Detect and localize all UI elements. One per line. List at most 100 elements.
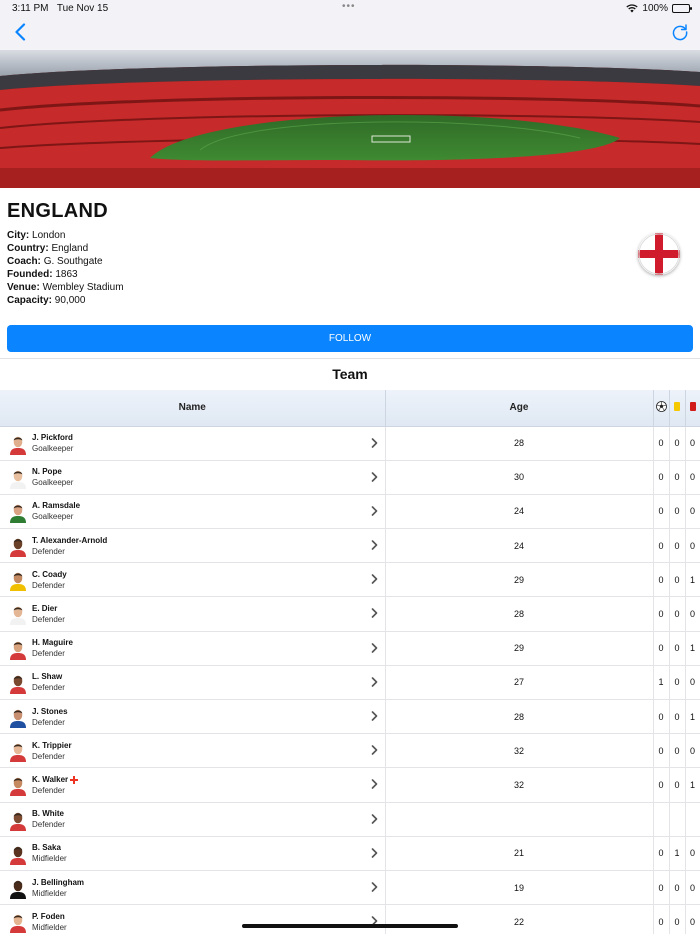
table-row[interactable]: K. Walker Defender 32 0 0 1 xyxy=(0,767,700,803)
player-position: Defender xyxy=(32,820,65,830)
table-row[interactable]: B. Saka Midfielder 21 0 1 0 xyxy=(0,836,700,871)
table-row[interactable]: J. Pickford Goalkeeper 28 0 0 0 xyxy=(0,426,700,461)
refresh-button[interactable] xyxy=(666,18,694,46)
player-age xyxy=(385,802,654,837)
player-red-cards xyxy=(685,802,700,837)
player-goals: 0 xyxy=(653,426,670,461)
follow-button[interactable]: FOLLOW xyxy=(7,325,693,352)
player-avatar xyxy=(10,880,26,899)
player-goals: 0 xyxy=(653,870,670,906)
england-flag-icon xyxy=(638,233,680,275)
player-yellow-cards: 1 xyxy=(669,836,686,871)
player-age: 24 xyxy=(385,528,654,564)
chevron-right-icon xyxy=(371,437,377,448)
player-age: 22 xyxy=(385,904,654,934)
player-red-cards: 0 xyxy=(685,870,700,906)
squad-table: Name Age J. Pickford Goalkeeper 28 0 0 0 N. Po… xyxy=(0,390,700,934)
player-position: Defender xyxy=(32,546,65,556)
multitasking-dots[interactable]: ••• xyxy=(342,1,356,12)
player-yellow-cards: 0 xyxy=(669,426,686,461)
player-cell[interactable]: B. White Defender xyxy=(0,802,386,837)
table-row[interactable]: A. Ramsdale Goalkeeper 24 0 0 0 xyxy=(0,494,700,530)
player-goals: 0 xyxy=(653,699,670,735)
player-goals: 0 xyxy=(653,596,670,632)
table-row[interactable]: E. Dier Defender 28 0 0 0 xyxy=(0,596,700,632)
player-cell[interactable]: P. Foden Midfielder xyxy=(0,904,386,934)
player-name: L. Shaw xyxy=(32,672,63,682)
battery-icon xyxy=(672,4,692,13)
table-row[interactable]: J. Stones Defender 28 0 0 1 xyxy=(0,699,700,735)
player-cell[interactable]: L. Shaw Defender xyxy=(0,665,386,701)
player-yellow-cards: 0 xyxy=(669,767,686,803)
column-header-red-cards[interactable] xyxy=(685,390,700,427)
player-goals: 0 xyxy=(653,528,670,564)
table-row[interactable]: N. Pope Goalkeeper 30 0 0 0 xyxy=(0,460,700,495)
chevron-right-icon xyxy=(371,506,377,516)
player-red-cards: 0 xyxy=(685,528,700,564)
player-yellow-cards: 0 xyxy=(669,528,686,564)
player-yellow-cards: 0 xyxy=(669,494,686,530)
player-avatar xyxy=(10,743,26,763)
player-cell[interactable]: J. Pickford Goalkeeper xyxy=(0,426,386,461)
player-red-cards: 0 xyxy=(685,836,700,871)
chevron-right-icon xyxy=(371,608,377,619)
table-row[interactable]: P. Foden Midfielder 22 0 0 0 xyxy=(0,904,700,934)
team-name: ENGLAND xyxy=(7,200,108,222)
player-age: 32 xyxy=(385,733,654,769)
player-yellow-cards: 0 xyxy=(669,562,686,598)
player-name: J. Bellingham xyxy=(32,877,85,887)
table-row[interactable]: H. Maguire Defender 29 0 0 1 xyxy=(0,631,700,666)
table-row[interactable]: K. Trippier Defender 32 0 0 0 xyxy=(0,733,700,769)
home-indicator xyxy=(242,924,458,928)
chevron-left-icon xyxy=(15,23,26,41)
player-cell[interactable]: H. Maguire Defender xyxy=(0,631,386,666)
player-avatar xyxy=(10,812,26,831)
player-yellow-cards: 0 xyxy=(669,733,686,769)
column-header-age[interactable]: Age xyxy=(385,390,654,427)
player-yellow-cards: 0 xyxy=(669,596,686,632)
player-avatar xyxy=(10,436,26,455)
player-red-cards: 1 xyxy=(685,699,700,735)
player-red-cards: 0 xyxy=(685,596,700,632)
table-row[interactable]: C. Coady Defender 29 0 0 1 xyxy=(0,562,700,598)
column-header-yellow-cards[interactable] xyxy=(669,390,686,427)
player-red-cards: 1 xyxy=(685,767,700,803)
player-goals: 0 xyxy=(653,836,670,871)
back-button[interactable] xyxy=(6,18,34,46)
chevron-right-icon xyxy=(371,574,377,585)
player-red-cards: 0 xyxy=(685,460,700,495)
player-name: N. Pope xyxy=(32,467,62,477)
player-avatar xyxy=(10,470,26,489)
player-goals: 0 xyxy=(653,904,670,934)
player-cell[interactable]: T. Alexander-Arnold Defender xyxy=(0,528,386,564)
team-section-title: Team xyxy=(332,366,368,382)
player-cell[interactable]: C. Coady Defender xyxy=(0,562,386,598)
table-row[interactable]: B. White Defender xyxy=(0,802,700,837)
player-cell[interactable]: J. Stones Defender xyxy=(0,699,386,735)
player-red-cards: 0 xyxy=(685,494,700,530)
table-row[interactable]: L. Shaw Defender 27 1 0 0 xyxy=(0,665,700,701)
player-goals: 0 xyxy=(653,733,670,769)
player-cell[interactable]: A. Ramsdale Goalkeeper xyxy=(0,494,386,530)
player-avatar xyxy=(10,572,26,592)
chevron-right-icon xyxy=(371,745,377,755)
player-position: Defender xyxy=(32,649,65,659)
info-coach: Coach: G. Southgate xyxy=(7,256,103,267)
player-age: 24 xyxy=(385,494,654,530)
player-cell[interactable]: E. Dier Defender xyxy=(0,596,386,632)
player-cell[interactable]: B. Saka Midfielder xyxy=(0,836,386,871)
table-row[interactable]: T. Alexander-Arnold Defender 24 0 0 0 xyxy=(0,528,700,564)
player-cell[interactable]: K. Trippier Defender xyxy=(0,733,386,769)
player-avatar xyxy=(10,914,26,934)
chevron-right-icon xyxy=(371,677,377,687)
player-name: J. Pickford xyxy=(32,433,73,443)
column-header-goals[interactable] xyxy=(653,390,670,427)
player-cell[interactable]: N. Pope Goalkeeper xyxy=(0,460,386,495)
player-yellow-cards xyxy=(669,802,686,837)
info-founded: Founded: 1863 xyxy=(7,269,78,280)
player-cell[interactable]: K. Walker Defender xyxy=(0,767,386,803)
column-header-name[interactable]: Name xyxy=(0,390,386,427)
player-cell[interactable]: J. Bellingham Midfielder xyxy=(0,870,386,906)
table-row[interactable]: J. Bellingham Midfielder 19 0 0 0 xyxy=(0,870,700,906)
player-name: E. Dier xyxy=(32,604,58,614)
